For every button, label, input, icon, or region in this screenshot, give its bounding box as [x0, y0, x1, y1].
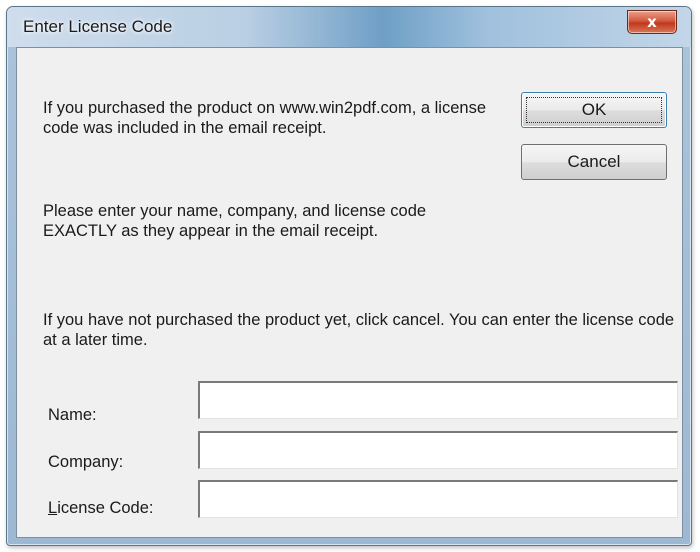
license-code-label-mnemonic: L — [48, 499, 58, 517]
ok-button-label: OK — [581, 100, 607, 119]
license-code-field-frame — [198, 480, 678, 518]
name-label: Name: — [48, 406, 97, 424]
name-field-frame — [198, 381, 678, 419]
close-button[interactable]: x — [627, 10, 677, 34]
name-field[interactable] — [200, 383, 677, 418]
purchase-info-text: If you purchased the product on www.win2… — [43, 99, 486, 137]
dialog-body: If you purchased the product on www.win2… — [16, 47, 683, 538]
title-bar[interactable]: Enter License Code x — [7, 7, 691, 47]
license-code-label: License Code: — [48, 499, 154, 518]
ok-button[interactable]: OK — [521, 92, 667, 128]
close-icon: x — [647, 13, 657, 31]
license-code-label-rest: icense Code: — [57, 499, 154, 517]
cancel-button[interactable]: Cancel — [521, 144, 667, 180]
company-label: Company: — [48, 453, 124, 471]
window-title: Enter License Code — [23, 17, 173, 36]
company-field[interactable] — [200, 433, 677, 468]
instructions-text: Please enter your name, company, and lic… — [43, 202, 427, 240]
cancel-button-label: Cancel — [567, 152, 621, 171]
license-code-field[interactable] — [200, 482, 677, 517]
company-field-frame — [198, 431, 678, 469]
cancel-info-text: If you have not purchased the product ye… — [43, 311, 675, 349]
license-dialog-window: Enter License Code x If you purchased th… — [6, 6, 692, 546]
